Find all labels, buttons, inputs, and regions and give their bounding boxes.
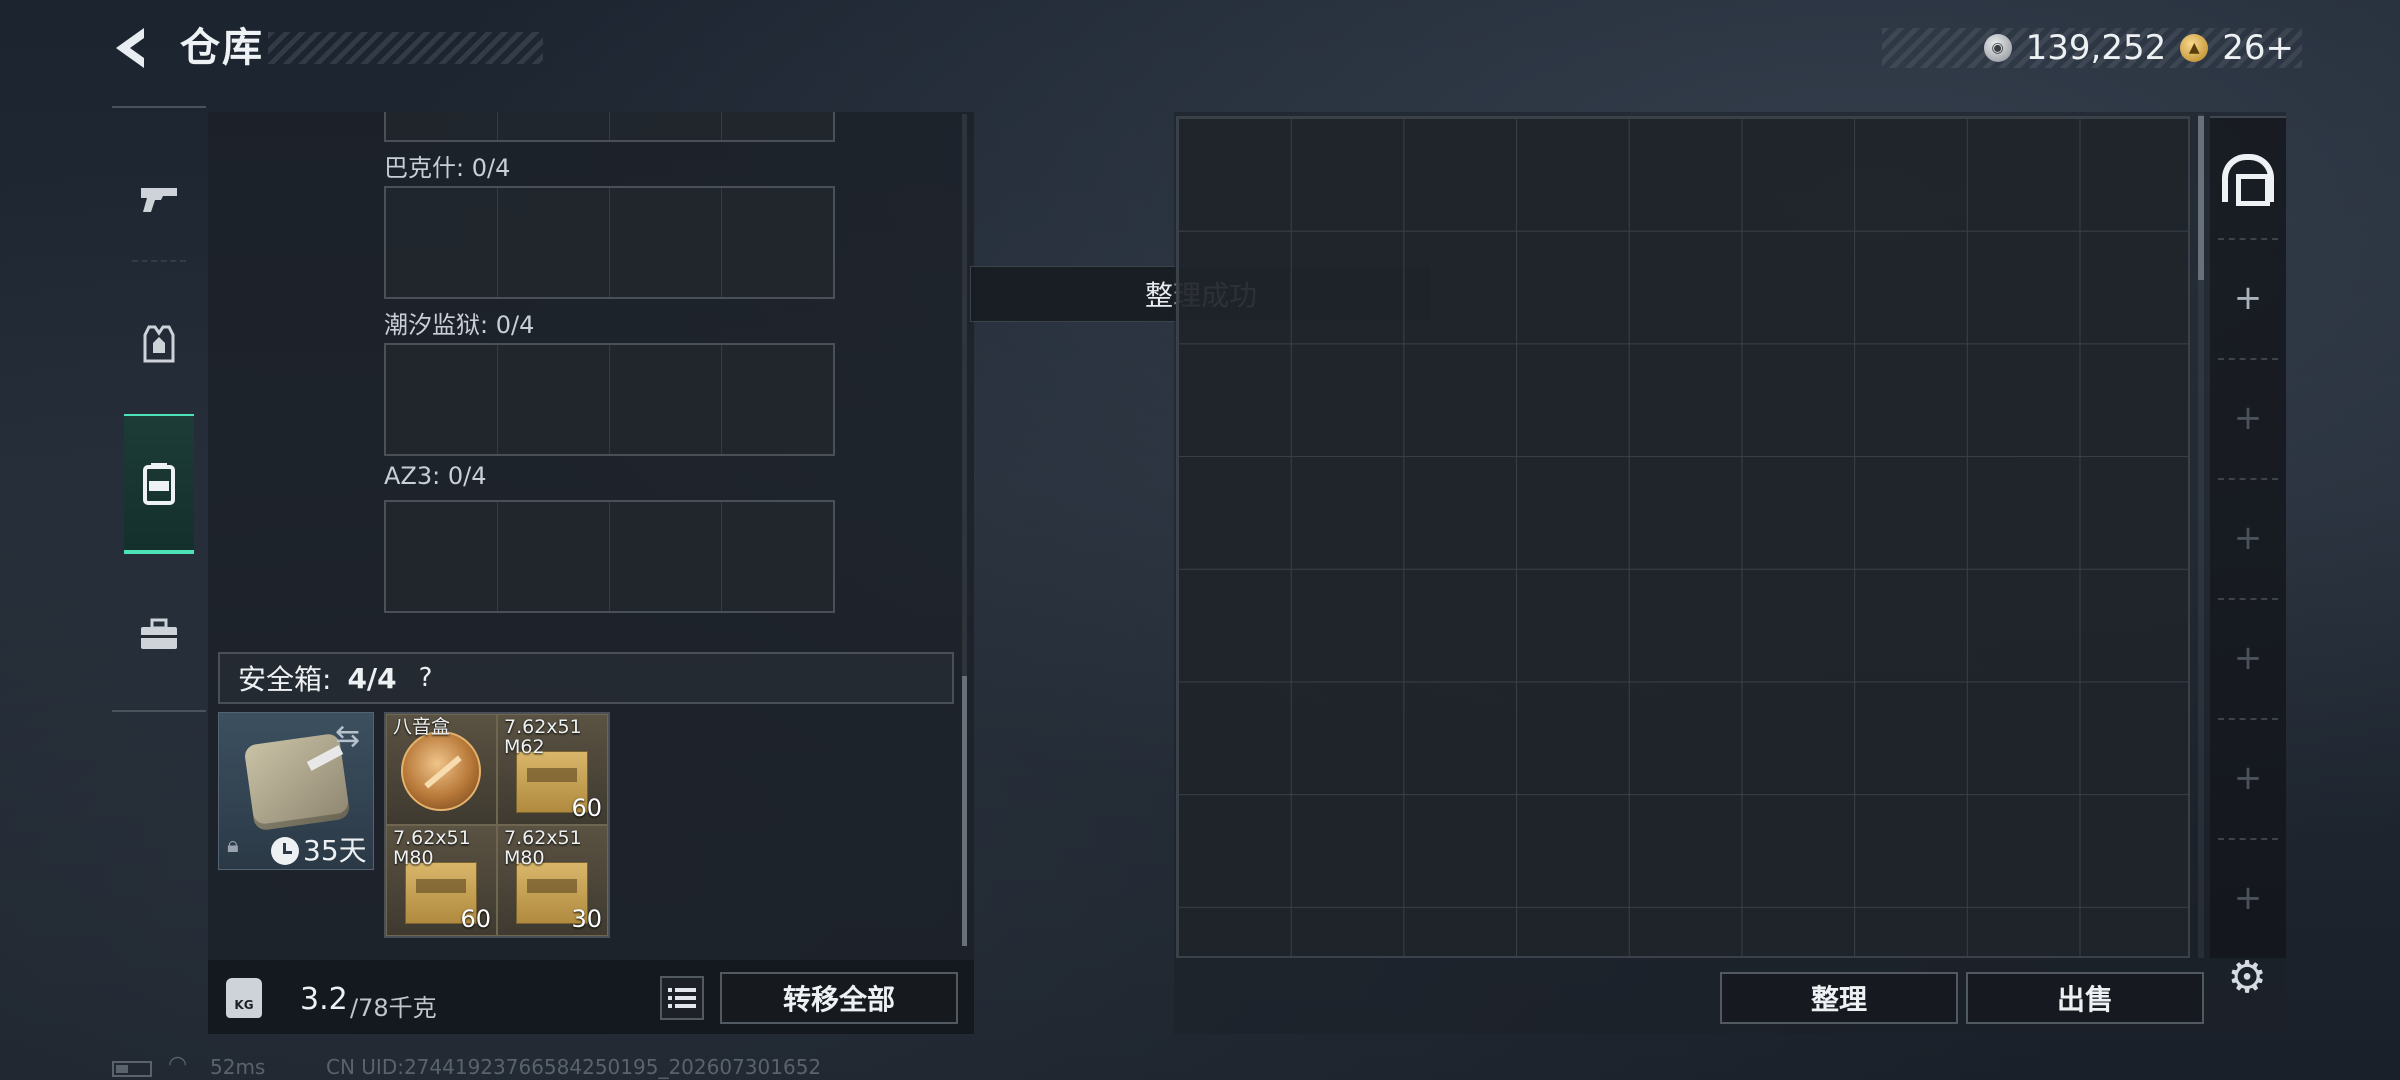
back-arrow-icon [116,28,144,68]
toolbox-icon [141,618,177,649]
pistol-icon [141,188,177,212]
stash-page-main[interactable] [2210,118,2286,238]
rail-item-weapons[interactable] [112,128,206,268]
container-scrollbar-thumb[interactable] [962,676,967,946]
item-ammo-m62[interactable]: 7.62x51 M62 60 [497,714,608,825]
item-quantity: 60 [460,905,491,933]
item-name: 八音盒 [393,716,451,738]
wifi-icon: ◠ [168,1052,188,1077]
rail-item-supplies[interactable] [112,564,206,704]
sort-button[interactable]: 整理 [1720,972,1958,1024]
music-box-image [401,731,481,811]
stash-page-add-6[interactable]: + [2210,838,2286,958]
gold-coin-value[interactable]: 26+ [2222,28,2294,68]
slot-grid-bakshi[interactable] [384,186,835,299]
slot-label-az3: AZ3: 0/4 [384,462,487,490]
safe-box-grid: 八音盒 7.62x51 M62 60 7.62x51 M80 60 7.62x5… [384,712,610,938]
clock-icon [271,837,299,865]
swap-icon[interactable]: ⇆ [335,719,360,754]
slot-label-tidal-prison: 潮汐监狱: 0/4 [384,311,535,339]
category-rail [112,106,206,712]
back-button[interactable] [108,22,156,74]
stash-scrollbar-thumb[interactable] [2198,116,2204,280]
silver-coin-icon: ◉ [1983,34,2012,62]
slot-grid-az3[interactable] [384,500,835,613]
item-name: 7.62x51 M80 [504,827,582,869]
currency-bar: ◉ 139,252 ▲ 26+ [1882,28,2302,68]
backpack-icon [143,463,175,505]
item-ammo-m80[interactable]: 7.62x51 M80 60 [386,825,497,936]
stash-page-add-1[interactable]: + [2210,238,2286,358]
slot-grid-tidal-prison[interactable] [384,343,835,456]
silver-coin-value: 139,252 [2025,28,2167,68]
transfer-all-button[interactable]: 转移全部 [720,972,958,1024]
weight-max: /78千克 [350,994,437,1022]
rail-item-gear[interactable] [112,274,206,414]
user-uid: CN UID:27441923766584250195_202607301652 [326,1055,822,1079]
safe-box-count: 4/4 [347,661,397,695]
help-icon[interactable]: ? [419,663,433,693]
safe-box-header: 安全箱: 4/4 ? [218,652,954,704]
lock-icon: 🔒︎ [227,833,239,858]
weight-current: 3.2 [300,982,348,1017]
page-title: 仓库 [180,25,264,71]
stash-page-add-4[interactable]: + [2210,598,2286,718]
item-ammo-m80-2[interactable]: 7.62x51 M80 30 [497,825,608,936]
safe-case-slot[interactable]: ⇆ 🔒︎ 35天 [218,712,374,870]
item-quantity: 30 [571,905,602,933]
item-name: 7.62x51 M80 [393,827,471,869]
stash-home-icon [2222,154,2274,206]
stash-grid[interactable] [1176,116,2190,958]
weight-kg-icon: KG [226,978,262,1018]
title-decoration [268,32,543,64]
item-quantity: 60 [571,794,602,822]
safe-box-label: 安全箱: [238,663,332,696]
container-grid-partial[interactable] [384,112,835,142]
safe-case-days: 35天 [303,834,367,867]
sell-button[interactable]: 出售 [1966,972,2204,1024]
vest-icon [143,325,175,363]
stash-page-add-5[interactable]: + [2210,718,2286,838]
list-icon [668,988,696,1008]
settings-gear-icon[interactable]: ⚙ [2222,952,2272,1003]
stash-page-tabs: + + + + + + [2210,116,2286,958]
stash-page-add-2[interactable]: + [2210,358,2286,478]
battery-icon [112,1061,152,1077]
gold-triangle-coin-icon: ▲ [2180,34,2209,62]
rail-item-containers[interactable] [124,414,194,554]
slot-label-bakshi: 巴克什: 0/4 [384,154,511,182]
ping-value: 52ms [210,1055,266,1079]
item-name: 7.62x51 M62 [504,716,582,758]
item-music-box[interactable]: 八音盒 [386,714,497,825]
list-view-button[interactable] [660,976,704,1020]
stash-page-add-3[interactable]: + [2210,478,2286,598]
